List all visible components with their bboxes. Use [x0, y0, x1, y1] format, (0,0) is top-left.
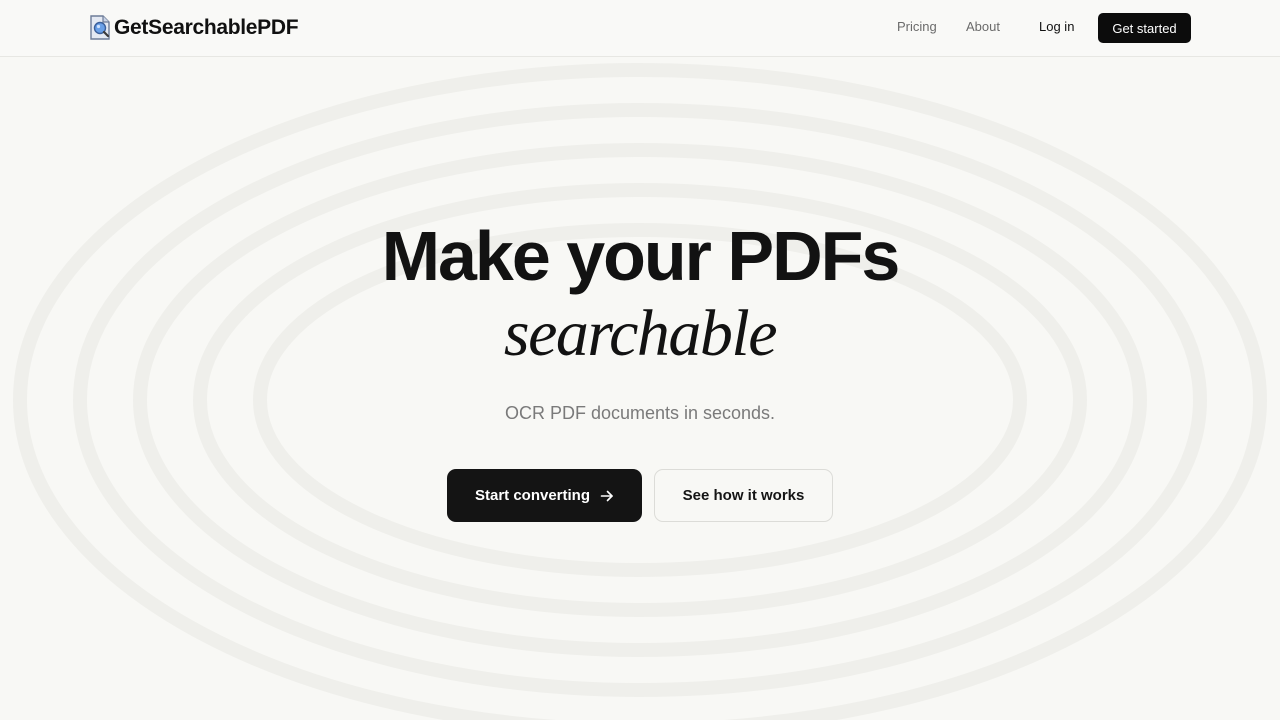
- hero-title: Make your PDFs: [381, 217, 901, 295]
- nav-pricing-link[interactable]: Pricing: [897, 19, 937, 34]
- nav-about-link[interactable]: About: [966, 19, 1000, 34]
- see-how-it-works-button[interactable]: See how it works: [654, 469, 833, 522]
- top-navbar: GetSearchablePDF Pricing About Log in Ge…: [0, 0, 1280, 57]
- start-converting-label: Start converting: [474, 487, 591, 504]
- hero-subtitle: OCR PDF documents in seconds.: [504, 403, 776, 423]
- brand-name: GetSearchablePDF: [114, 16, 299, 39]
- arrow-right-icon: [600, 490, 613, 501]
- login-link[interactable]: Log in: [1039, 19, 1074, 34]
- hero-title-italic: searchable: [503, 297, 778, 370]
- document-search-icon: [90, 15, 110, 40]
- brand-logo[interactable]: GetSearchablePDF: [88, 14, 299, 42]
- start-converting-button[interactable]: Start converting: [447, 469, 642, 522]
- get-started-button[interactable]: Get started: [1098, 13, 1191, 43]
- landing-page: GetSearchablePDF Pricing About Log in Ge…: [0, 0, 1280, 720]
